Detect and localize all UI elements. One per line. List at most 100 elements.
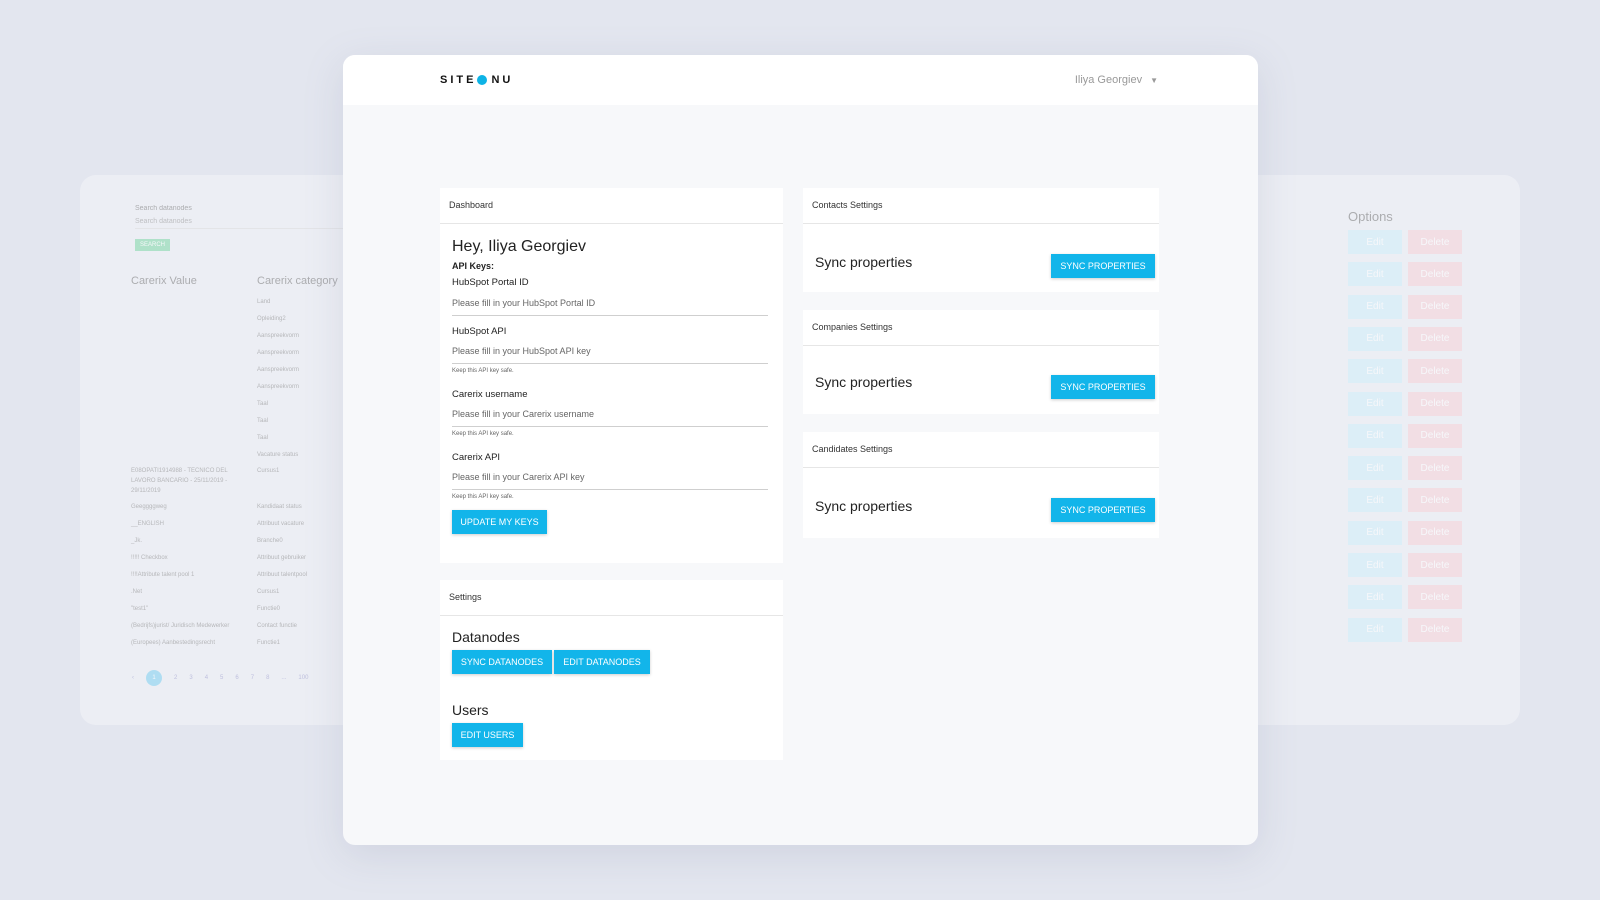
companies-sync-label: Sync properties [815,374,913,390]
bg-edit-button: Edit [1348,488,1402,513]
bg-edit-button: Edit [1348,456,1402,481]
contacts-settings-card: Contacts Settings Sync properties SYNC P… [803,188,1159,292]
candidates-sync-label: Sync properties [815,498,913,514]
bg-row-value: _Jk. [131,538,143,544]
update-my-keys-button[interactable]: UPDATE MY KEYS [452,510,547,534]
logo-text-left: SITE [440,74,477,86]
companies-settings-card: Companies Settings Sync properties SYNC … [803,310,1159,414]
bg-options-row: Edit Delete [1348,456,1462,481]
bg-column-header-category: Carerix category [257,275,338,287]
bg-search-button: SEARCH [135,239,171,251]
bg-options-row: Edit Delete [1348,391,1462,416]
bg-row-value: __ENGLISH [131,521,165,527]
bg-page-link: 1 [146,670,162,686]
bg-delete-button: Delete [1408,262,1462,287]
bg-options-row: Edit Delete [1348,585,1462,610]
bg-page-link: 4 [204,675,209,681]
bg-edit-button: Edit [1348,262,1402,287]
hubspot-api-input[interactable] [452,346,768,364]
bg-options-header: Options [1348,209,1393,224]
bg-page-link: 7 [250,675,255,681]
contacts-sync-label: Sync properties [815,254,913,270]
bg-delete-button: Delete [1408,391,1462,416]
bg-delete-button: Delete [1408,456,1462,481]
candidates-settings-card: Candidates Settings Sync properties SYNC… [803,432,1159,538]
bg-page-link: ‹ [132,675,134,681]
bg-options-row: Edit Delete [1348,326,1462,351]
api-keys-title: API Keys: [452,261,495,271]
bg-row-category: Cursus1 [257,468,280,474]
candidates-settings-header: Candidates Settings [803,432,1159,468]
bg-row-category: Attribuut gebruiker [257,555,307,561]
carerix-username-hint: Keep this API key safe. [452,431,514,437]
bg-row-category: Taal [257,435,269,441]
bg-options-row: Edit Delete [1348,294,1462,319]
hubspot-api-hint: Keep this API key safe. [452,368,514,374]
hubspot-portal-id-input[interactable] [452,298,768,316]
hubspot-api-label: HubSpot API [452,326,507,337]
companies-sync-properties-button[interactable]: SYNC PROPERTIES [1051,375,1155,399]
logo-text-right: NU [491,74,514,86]
bg-options-row: Edit Delete [1348,488,1462,513]
bg-row-category: Cursus1 [257,589,280,595]
user-name: Iliya Georgiev [1074,74,1143,86]
bg-delete-button: Delete [1408,553,1462,577]
bg-edit-button: Edit [1348,359,1402,384]
bg-delete-button: Delete [1408,230,1462,254]
bg-row-value: !!!!Attribute talent pool 1 [131,572,195,578]
contacts-sync-properties-button[interactable]: SYNC PROPERTIES [1051,254,1155,278]
greeting-title: Hey, Iliya Georgiev [452,238,586,255]
bg-edit-button: Edit [1348,553,1402,577]
datanodes-title: Datanodes [452,629,520,645]
bg-row-category: Vacature status [257,452,299,458]
bg-page-link: 8 [266,675,270,681]
candidates-sync-properties-button[interactable]: SYNC PROPERTIES [1051,498,1155,522]
sync-datanodes-button[interactable]: SYNC DATANODES [452,650,552,674]
bg-delete-button: Delete [1408,423,1462,448]
bg-page-link: 2 [174,675,178,681]
bg-row-value: (Europees) Aanbestedingsrecht [131,640,216,646]
carerix-username-input[interactable] [452,409,768,427]
bg-page-link: 100 [298,675,309,681]
top-navbar: SITE NU Iliya Georgiev ▼ [343,55,1258,105]
dashboard-card: Dashboard Hey, Iliya Georgiev API Keys: … [440,188,783,563]
bg-edit-button: Edit [1348,423,1402,448]
bg-delete-button: Delete [1408,488,1462,513]
chevron-down-icon: ▼ [1150,75,1158,85]
bg-row-value: !!!!! Checkbox [131,555,168,561]
bg-search-label: Search datanodes [135,205,192,212]
bg-edit-button: Edit [1348,294,1402,319]
bg-row-category: Branche0 [257,538,283,544]
bg-row-category: Taal [257,418,269,424]
user-menu[interactable]: Iliya Georgiev ▼ [1075,74,1158,86]
settings-card: Settings Datanodes SYNC DATANODES EDIT D… [440,580,783,760]
bg-delete-button: Delete [1408,359,1462,384]
bg-row-value: "test1" [131,606,149,612]
bg-row-category: Aanspreekvorm [257,333,300,339]
bg-page-link: 6 [235,675,239,681]
sitenu-logo[interactable]: SITE NU [440,74,513,86]
bg-page-link: ... [281,675,287,681]
bg-options-row: Edit Delete [1348,553,1462,577]
bg-row-category: Kandidaat status [257,504,302,510]
edit-users-button[interactable]: EDIT USERS [452,723,523,747]
bg-edit-button: Edit [1348,585,1402,610]
bg-row-category: Aanspreekvorm [257,350,300,356]
edit-datanodes-button[interactable]: EDIT DATANODES [554,650,650,674]
bg-delete-button: Delete [1408,585,1462,610]
bg-page-link: 3 [189,675,193,681]
bg-edit-button: Edit [1348,326,1402,351]
carerix-api-label: Carerix API [452,452,501,463]
bg-row-category: Aanspreekvorm [257,384,300,390]
bg-row-category: Land [257,299,271,305]
users-title: Users [452,702,489,718]
bg-edit-button: Edit [1348,391,1402,416]
bg-row-value: .Net [131,589,143,595]
bg-search-input: Search datanodes [135,218,350,229]
bg-options-row: Edit Delete [1348,359,1462,384]
carerix-api-input[interactable] [452,472,768,490]
dashboard-card-header: Dashboard [440,188,783,224]
bg-row-category: Attribuut talentpool [257,572,308,578]
bg-row-category: Functie1 [257,640,281,646]
bg-edit-button: Edit [1348,230,1402,254]
